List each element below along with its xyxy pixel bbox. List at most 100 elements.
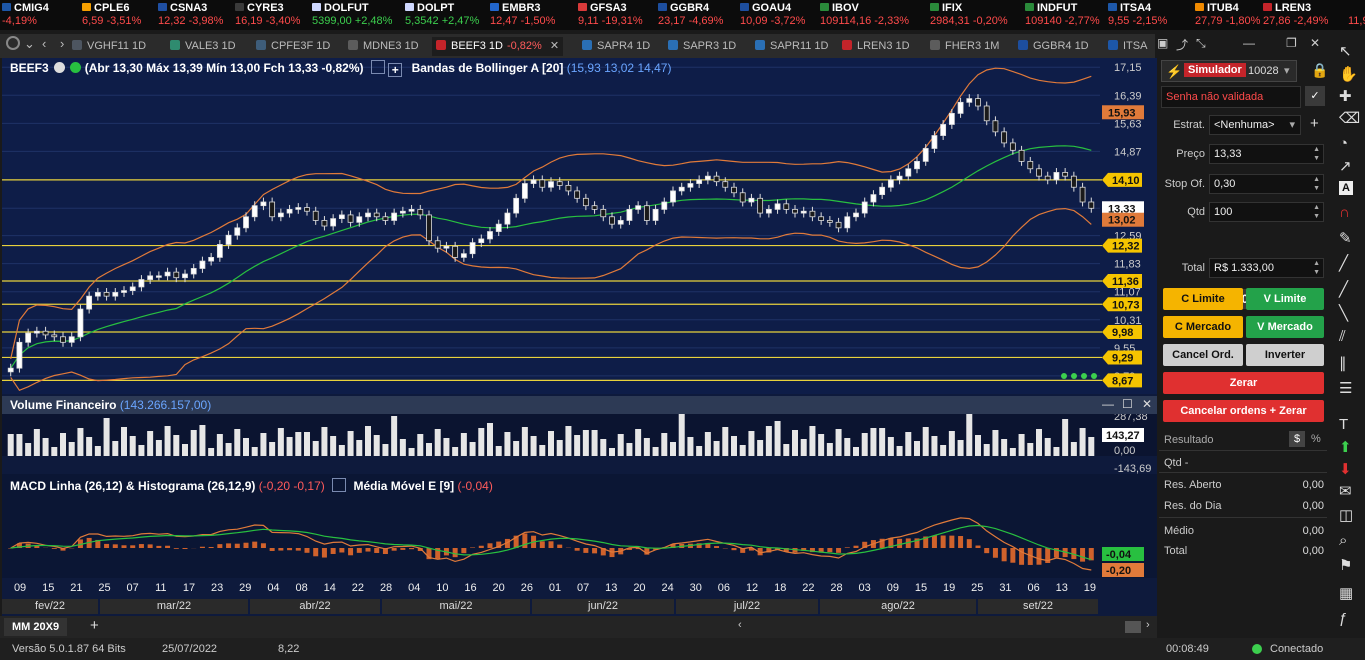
chart-tab[interactable]: CPFE3F 1D [256, 37, 330, 56]
add-strategy-icon[interactable]: + [1310, 115, 1319, 132]
chart-tab[interactable]: FHER3 1M [930, 37, 999, 56]
close-pane-icon[interactable]: ✕ [1142, 397, 1152, 411]
annotation-icon[interactable]: ✉ [1339, 482, 1352, 500]
text-icon[interactable]: T [1339, 416, 1348, 433]
stop-input[interactable]: 0,30 ▲ ▼ [1209, 174, 1324, 194]
sell-market-button[interactable]: V Mercado [1246, 316, 1324, 338]
text-a-icon[interactable]: A [1339, 181, 1353, 195]
ticker-item[interactable]: DOLFUT 5399,00 +2,48% [312, 2, 392, 28]
percent-toggle[interactable]: % [1311, 433, 1321, 445]
price-input[interactable]: 13,33 ▲ ▼ [1209, 144, 1324, 164]
scroll-left-icon[interactable]: ‹ [738, 619, 742, 631]
chart-tab[interactable]: SAPR11 1D [755, 37, 829, 56]
zero-button[interactable]: Zerar [1163, 372, 1324, 394]
pen-icon[interactable]: ✎ [1339, 229, 1352, 247]
cancel-and-zero-button[interactable]: Cancelar ordens + Zerar [1163, 400, 1324, 422]
ticker-item[interactable]: CMIG4 -4,19% [2, 2, 49, 28]
scrollbar-thumb[interactable] [1125, 621, 1141, 633]
trendline-icon[interactable]: ╱ [1339, 254, 1348, 272]
strategy-select[interactable]: <Nenhuma> ▾ [1209, 115, 1301, 135]
currency-toggle[interactable]: $ [1289, 431, 1305, 447]
channel-icon[interactable]: ⫽ [1339, 328, 1346, 345]
chart-tab[interactable]: MDNE3 1D [348, 37, 419, 56]
chart-tab[interactable]: VGHF11 1D [72, 37, 146, 56]
chart-tab[interactable]: VALE3 1D [170, 37, 236, 56]
toggle-visibility-icon[interactable] [54, 62, 66, 73]
ticker-item[interactable]: CPLE6 6,59 -3,51% [82, 2, 141, 28]
password-field[interactable]: Senha não validada [1161, 86, 1301, 108]
buy-market-button[interactable]: C Mercado [1163, 316, 1243, 338]
tab-label: ITSA [1123, 40, 1148, 52]
maximize-pane-icon[interactable]: ☐ [1122, 397, 1133, 411]
flag-icon[interactable]: ⚑ [1339, 556, 1352, 574]
close-icon[interactable]: ✕ [1310, 36, 1320, 50]
arrow-up-icon[interactable]: ⬆ [1339, 438, 1352, 456]
histogram-bar [391, 548, 397, 551]
minimize-pane-icon[interactable]: — [1102, 397, 1114, 411]
ruler-icon[interactable]: ◫ [1339, 506, 1353, 524]
chart-tab[interactable]: LREN3 1D [842, 37, 910, 56]
ticker-item[interactable]: IBOV 109114,16 -2,33% [820, 2, 909, 28]
tab-close-icon[interactable]: ✕ [550, 40, 559, 52]
ticker-item[interactable]: GGBR4 23,17 -4,69% [658, 2, 723, 28]
chart-canvas[interactable]: 17,1516,3915,6314,8714,1013,3312,5911,83… [2, 58, 1157, 578]
crosshair-icon[interactable]: ✚ [1339, 87, 1352, 105]
lock-icon[interactable]: 🔒 [1311, 62, 1328, 79]
segment-icon[interactable]: ╲ [1339, 304, 1348, 322]
scroll-right-icon[interactable]: › [1146, 619, 1150, 631]
ray-icon[interactable]: ╱ [1339, 280, 1348, 298]
invert-button[interactable]: Inverter [1246, 344, 1324, 366]
horseshoe-icon[interactable]: ∩ [1339, 204, 1350, 221]
cancel-orders-button[interactable]: Cancel Ord. [1163, 344, 1243, 366]
buy-limit-button[interactable]: C Limite [1163, 288, 1243, 310]
sell-limit-button[interactable]: V Limite [1246, 288, 1324, 310]
parallel-icon[interactable]: ∥ [1339, 354, 1347, 372]
hand-icon[interactable]: ✋ [1339, 65, 1358, 83]
maximize-icon[interactable]: ❐ [1286, 36, 1297, 50]
fibonacci-icon[interactable]: ☰ [1339, 379, 1352, 397]
ticker-item[interactable]: IFIX 2984,31 -0,20% [930, 2, 1008, 28]
chart-tab[interactable]: GGBR4 1D [1018, 37, 1089, 56]
ticker-item[interactable]: GOAU4 10,09 -3,72% [740, 2, 805, 28]
ticker-item[interactable]: DOLPT 5,3542 +2,47% [405, 2, 479, 28]
fx-icon[interactable]: ƒ [1339, 610, 1347, 627]
ticker-item[interactable]: LREN3 27,86 -2,49% [1263, 2, 1328, 28]
eraser-icon[interactable]: ⌫ [1339, 109, 1360, 127]
chevron-down-icon[interactable]: ⌄ [24, 36, 35, 52]
add-indicator-icon[interactable]: + [388, 63, 403, 77]
magnet-icon[interactable]: ◔ [1339, 135, 1348, 152]
add-tab-icon[interactable]: + [90, 617, 99, 634]
chevron-left-icon[interactable]: ‹ [42, 36, 46, 51]
chevron-right-icon[interactable]: › [60, 36, 64, 51]
bottom-tab-active[interactable]: MM 20X9 [4, 618, 68, 636]
zoom-icon[interactable]: ⌕ [1339, 532, 1347, 549]
grid-icon[interactable]: ▦ [1339, 584, 1353, 602]
volume-bar [879, 428, 886, 456]
cursor-icon[interactable]: ↖ [1339, 42, 1352, 60]
mode-selector[interactable]: ⚡ Simulador 10028 ▾ [1161, 60, 1297, 82]
validate-button[interactable]: ✓ [1305, 86, 1325, 106]
arrow-down-icon[interactable]: ⬇ [1339, 460, 1352, 478]
ticker-item[interactable]: EMBR3 12,47 -1,50% [490, 2, 555, 28]
chart-area[interactable]: 17,1516,3915,6314,8714,1013,3312,5911,83… [2, 58, 1157, 618]
share-icon[interactable]: ⤴ [1176, 36, 1188, 53]
ticker-item[interactable]: INDFUT 109140 -2,77% [1025, 2, 1100, 28]
ticker-item[interactable]: GFSA3 9,11 -19,31% [578, 2, 643, 28]
toggle-icon[interactable] [6, 36, 20, 50]
macd-settings-icon[interactable] [332, 478, 347, 492]
chart-tab[interactable]: ITSA [1108, 37, 1147, 56]
ticker-item[interactable]: CYRE3 16,19 -3,40% [235, 2, 300, 28]
pointer-options-icon[interactable]: ↗ [1339, 157, 1352, 175]
settings-icon[interactable] [370, 60, 385, 74]
ticker-item[interactable]: ITUB4 27,79 -1,80% [1195, 2, 1260, 28]
window-icon[interactable]: ▣ [1157, 36, 1168, 50]
chart-tab[interactable]: SAPR4 1D [582, 37, 650, 56]
ticker-item[interactable]: CSNA3 12,32 -3,98% [158, 2, 223, 28]
collapse-icon[interactable]: ⤡ [1196, 36, 1206, 51]
ticker-item[interactable]: 11,9 [1348, 2, 1365, 28]
tab-active[interactable]: BEEF3 1D -0,82% ✕ [432, 37, 564, 56]
qty-input[interactable]: 100 ▲ ▼ [1209, 202, 1324, 222]
ticker-item[interactable]: ITSA4 9,55 -2,15% [1108, 2, 1167, 28]
minimize-icon[interactable]: — [1243, 36, 1255, 50]
chart-tab[interactable]: SAPR3 1D [668, 37, 736, 56]
